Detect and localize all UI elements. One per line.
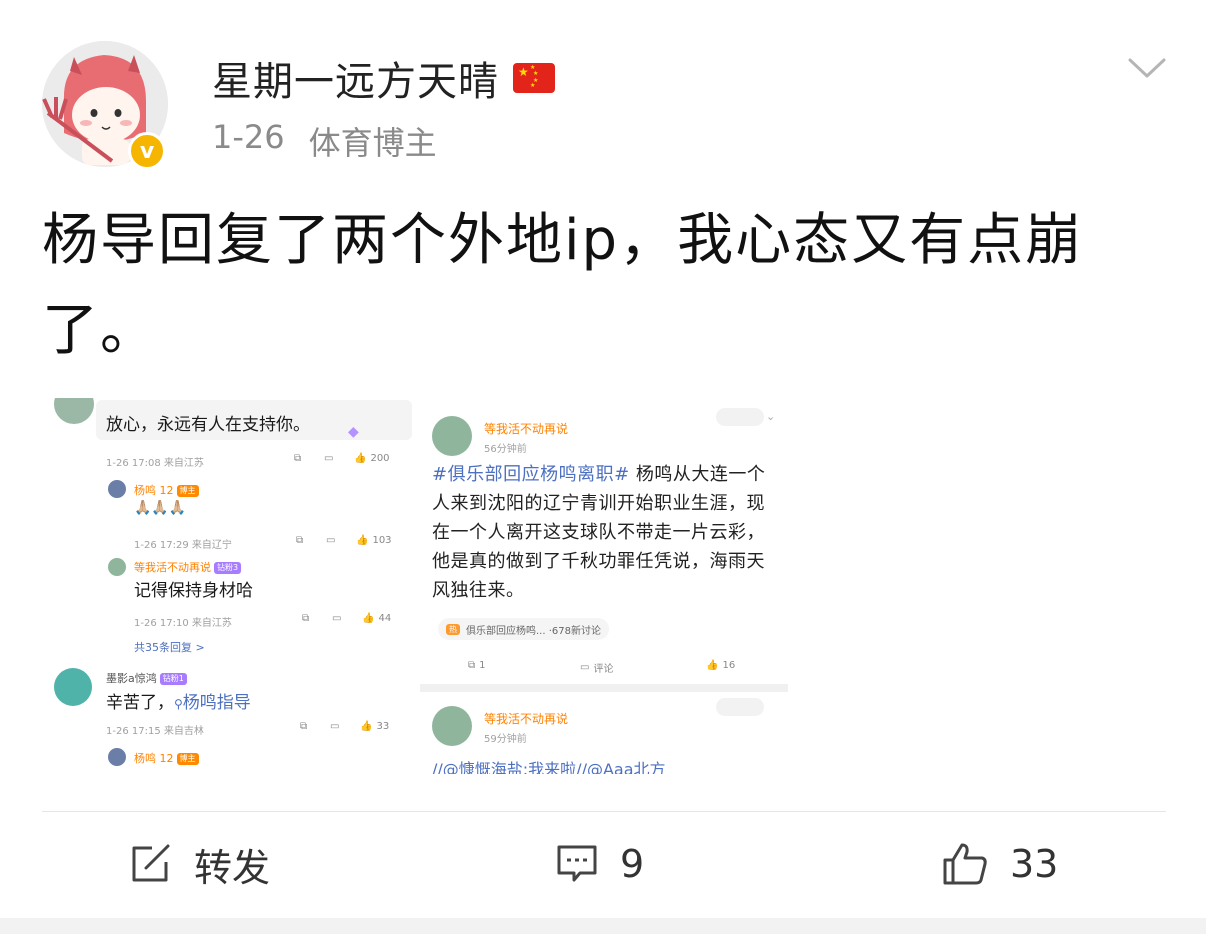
- comment-like[interactable]: 👍 200: [354, 453, 390, 464]
- comment-author[interactable]: 墨影a惊鸿 钻粉1: [106, 670, 187, 686]
- comment-meta: 1-26 17:15 来自吉林: [106, 726, 204, 737]
- like-count: 103: [372, 535, 392, 546]
- reply-author[interactable]: 杨鸣 12 博主: [134, 750, 199, 766]
- replier-avatar[interactable]: [108, 748, 126, 766]
- reply-text: 记得保持身材哈: [134, 581, 253, 601]
- blogger-tag: 博主: [176, 485, 199, 497]
- reply-author[interactable]: 等我活不动再说 钻粉3: [134, 559, 242, 575]
- user-identity: 体育博主: [308, 124, 437, 162]
- post-meta: 1-26 体育博主: [212, 118, 437, 164]
- post-time: 56分钟前: [484, 444, 527, 455]
- like-button[interactable]: 33: [942, 836, 1058, 892]
- hot-tag: 热: [446, 623, 460, 635]
- repost-icon[interactable]: ⧉: [300, 721, 307, 732]
- comment-icon[interactable]: ▭: [332, 613, 341, 624]
- feed-divider: [420, 684, 788, 692]
- thumb-up-icon: [943, 843, 987, 885]
- like-count: 33: [1010, 842, 1059, 886]
- reply-meta: 1-26 17:29 来自辽宁: [134, 540, 232, 551]
- comment-action[interactable]: ▭ 评论: [580, 660, 613, 675]
- thumb-up-icon: 👍: [356, 535, 369, 546]
- commenter-avatar[interactable]: [54, 398, 94, 424]
- comment-icon[interactable]: ▭: [324, 453, 333, 464]
- reply-meta: 1-26 17:10 来自江苏: [134, 618, 232, 629]
- reply-author[interactable]: 杨鸣 12 博主: [134, 482, 199, 498]
- like-count: 33: [376, 721, 390, 732]
- author-name[interactable]: 等我活不动再说: [484, 420, 568, 437]
- author-name[interactable]: 等我活不动再说: [484, 710, 568, 727]
- action-bar-separator: [42, 811, 1166, 812]
- repost-icon[interactable]: ⧉: [302, 613, 309, 624]
- post-body: #俱乐部回应杨鸣离职# 杨鸣从大连一个人来到沈阳的辽宁青训开始职业生涯，现在一个…: [432, 460, 782, 605]
- bottom-strip: [0, 918, 1206, 934]
- comment-text: 放心，永远有人在支持你。: [106, 415, 310, 435]
- topic-chip[interactable]: 热俱乐部回应杨鸣... ·678新讨论: [438, 618, 609, 640]
- repost-icon: [132, 844, 170, 882]
- decoration-sticker: [716, 408, 764, 426]
- author-avatar[interactable]: [432, 706, 472, 746]
- comment-text-prefix: 辛苦了，: [106, 693, 174, 713]
- like-count: 44: [378, 613, 392, 624]
- topic-chip-text: 俱乐部回应杨鸣... ·678新讨论: [466, 625, 601, 637]
- replier-avatar[interactable]: [108, 558, 126, 576]
- hashtag-link[interactable]: #俱乐部回应杨鸣离职#: [432, 464, 630, 485]
- decoration-sticker: [716, 698, 764, 716]
- thumb-up-icon: 👍: [706, 660, 719, 671]
- commenter-avatar[interactable]: [54, 668, 92, 706]
- comment-label: 评论: [593, 664, 614, 675]
- diamond-icon: ◆: [348, 424, 359, 440]
- china-flag-icon: ★ ★ ★ ★ ★: [513, 63, 555, 93]
- thumb-up-icon: 👍: [360, 721, 373, 732]
- post-time: 59分钟前: [484, 734, 527, 745]
- verified-badge: v: [128, 132, 166, 170]
- repost-label: 转发: [194, 845, 271, 890]
- comment-icon: ▭: [580, 662, 590, 673]
- like-count: 16: [722, 660, 736, 671]
- comment-meta: 1-26 17:08 来自江苏: [106, 458, 204, 469]
- thumb-up-icon: 👍: [362, 613, 375, 624]
- comment-button[interactable]: 9: [556, 836, 644, 892]
- comment-icon[interactable]: ▭: [330, 721, 339, 732]
- more-replies-link[interactable]: 共35条回复 >: [134, 639, 205, 655]
- comment-like[interactable]: 👍 33: [360, 721, 389, 732]
- repost-icon: ⧉: [468, 660, 476, 671]
- username-row: 星期一远方天晴 ★ ★ ★ ★ ★: [212, 50, 555, 106]
- mention-text: 杨鸣指导: [182, 693, 251, 713]
- blogger-tag: 博主: [176, 753, 199, 765]
- reply-author-name: 杨鸣 12: [134, 484, 174, 497]
- reply-text: 🙏🏼🙏🏼🙏🏼: [134, 500, 187, 516]
- comment-text: 辛苦了，⚲杨鸣指导: [106, 688, 251, 713]
- chevron-down-icon[interactable]: ⌄: [766, 410, 775, 423]
- username[interactable]: 星期一远方天晴: [212, 49, 499, 107]
- search-icon: ⚲: [174, 697, 183, 711]
- repost-icon[interactable]: ⧉: [294, 453, 301, 464]
- author-avatar[interactable]: [432, 416, 472, 456]
- reply-like[interactable]: 👍 44: [362, 613, 391, 624]
- mention-link[interactable]: ⚲杨鸣指导: [174, 693, 251, 713]
- post-text: 杨导回复了两个外地ip，我心态又有点崩了。: [42, 208, 1084, 363]
- embedded-screenshot[interactable]: 放心，永远有人在支持你。 ◆ 1-26 17:08 来自江苏 ⧉ ▭ 👍 200 …: [52, 398, 788, 774]
- reply-like[interactable]: 👍 103: [356, 535, 392, 546]
- repost-icon[interactable]: ⧉: [296, 535, 303, 546]
- fan-tag: 钻粉3: [214, 562, 242, 574]
- replier-avatar[interactable]: [108, 480, 126, 498]
- thumb-up-icon: 👍: [354, 453, 367, 464]
- fan-tag: 钻粉1: [159, 673, 187, 685]
- comment-count: 9: [620, 842, 645, 886]
- reply-author-name: 杨鸣 12: [134, 752, 174, 765]
- comment-thread-pane: 放心，永远有人在支持你。 ◆ 1-26 17:08 来自江苏 ⧉ ▭ 👍 200 …: [52, 398, 414, 774]
- repost-chain-text: //@慷慨海盐:我来啦//@Aaa北方: [432, 760, 666, 774]
- repost-button[interactable]: 转发: [130, 836, 270, 892]
- comment-icon[interactable]: ▭: [326, 535, 335, 546]
- post-date: 1-26: [212, 118, 285, 156]
- repost-action[interactable]: ⧉ 1: [468, 660, 486, 671]
- like-count: 200: [370, 453, 390, 464]
- chevron-down-icon[interactable]: [1128, 52, 1166, 82]
- comment-author-name: 墨影a惊鸿: [106, 672, 157, 685]
- repost-count: 1: [479, 660, 486, 671]
- comment-icon: [557, 845, 597, 882]
- feed-pane: 等我活不动再说 56分钟前 ⌄ #俱乐部回应杨鸣离职# 杨鸣从大连一个人来到沈阳…: [420, 398, 788, 774]
- like-action[interactable]: 👍 16: [706, 660, 735, 671]
- reply-author-name: 等我活不动再说: [134, 561, 211, 574]
